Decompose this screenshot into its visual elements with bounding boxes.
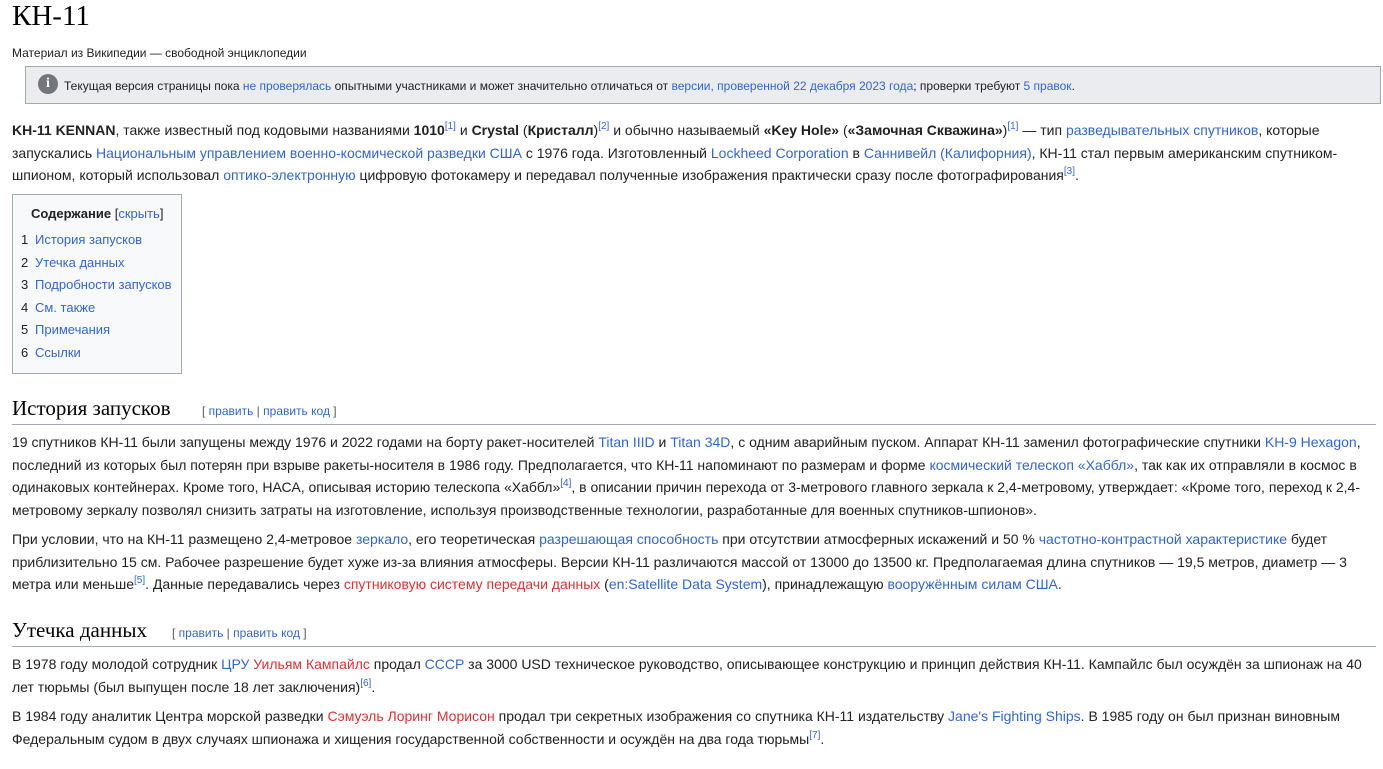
edit-source-link[interactable]: править код <box>233 626 300 640</box>
toc-toggle-link[interactable]: скрыть <box>118 206 160 221</box>
nro-link[interactable]: Национальным управлением военно-космичес… <box>96 145 522 161</box>
section-heading-leak: Утечка данных [ править | править код ] <box>12 616 1376 647</box>
info-icon: i <box>38 74 58 94</box>
table-of-contents: Содержание [скрыть] 1 История запусков 2У… <box>12 194 182 374</box>
edit-link[interactable]: править <box>209 404 254 418</box>
reference-6[interactable]: [6] <box>360 678 371 689</box>
mtf-link[interactable]: частотно-контрастной характеристике <box>1039 531 1287 547</box>
not-reviewed-link[interactable]: не проверялась <box>243 79 331 93</box>
janes-fighting-ships-link[interactable]: Jane's Fighting Ships <box>948 708 1081 724</box>
lockheed-link[interactable]: Lockheed Corporation <box>711 145 849 161</box>
ussr-link[interactable]: СССР <box>425 656 465 672</box>
edit-link[interactable]: править <box>179 626 224 640</box>
toc-item[interactable]: 4 См. также <box>21 297 172 320</box>
intro-paragraph: KH-11 KENNAN, также известный под кодовы… <box>12 121 1338 184</box>
toc-item[interactable]: 6 Ссылки <box>21 342 172 365</box>
page-title: КН-11 <box>12 0 90 32</box>
titan-iiid-link[interactable]: Titan IIID <box>598 434 654 450</box>
electro-optical-link[interactable]: оптико-электронную <box>223 167 355 183</box>
section-edit-links: [ править | править код ] <box>202 404 337 418</box>
toc-title: Содержание <box>31 206 112 221</box>
section-title: Утечка данных <box>12 618 147 642</box>
mirror-link[interactable]: зеркало <box>356 531 408 547</box>
reference-4[interactable]: [4] <box>560 478 571 489</box>
resolution-link[interactable]: разрешающая способность <box>539 531 718 547</box>
section-edit-links: [ править | править код ] <box>172 626 307 640</box>
cia-link[interactable]: ЦРУ <box>221 656 249 672</box>
reference-2[interactable]: [2] <box>598 121 609 132</box>
satellite-data-system-link[interactable]: en:Satellite Data System <box>609 576 762 592</box>
reviewed-version-link[interactable]: версии, проверенной 22 декабря 2023 года <box>671 79 913 93</box>
site-tagline: Материал из Википедии — свободной энцикл… <box>12 46 307 60</box>
pending-edits-link[interactable]: 5 правок <box>1024 79 1072 93</box>
morison-link[interactable]: Сэмуэль Лоринг Морисон <box>327 708 494 724</box>
reference-1[interactable]: [1] <box>445 121 456 132</box>
titan-34d-link[interactable]: Titan 34D <box>670 434 730 450</box>
section-heading-history: История запусков [ править | править код… <box>12 394 1376 425</box>
reference-5[interactable]: [5] <box>134 575 145 586</box>
section-title: История запусков <box>12 396 171 420</box>
toc-header: Содержание [скрыть] <box>31 206 164 221</box>
review-notice-text: Текущая версия страницы пока не проверял… <box>64 79 1075 93</box>
toc-list: 1 История запусков 2 Утечка данных 3 Подроб… <box>21 229 172 365</box>
kh9-hexagon-link[interactable]: KH-9 Hexagon <box>1265 434 1357 450</box>
us-armed-forces-link[interactable]: вооружённым силам США <box>887 576 1057 592</box>
reference-1[interactable]: [1] <box>1007 121 1018 132</box>
hubble-link[interactable]: космический телескоп «Хаббл» <box>929 457 1134 473</box>
history-paragraph-1: 19 спутников КН-11 были запущены между 1… <box>12 434 1361 518</box>
data-system-link[interactable]: спутниковую систему передачи данных <box>344 576 600 592</box>
edit-source-link[interactable]: править код <box>263 404 330 418</box>
history-paragraph-2: При условии, что на КН-11 размещено 2,4-… <box>12 531 1347 593</box>
kampiles-link[interactable]: Уильям Кампайлс <box>253 656 370 672</box>
toc-item[interactable]: 1 История запусков <box>21 229 172 252</box>
reference-3[interactable]: [3] <box>1064 166 1075 177</box>
leak-paragraph-1: В 1978 году молодой сотрудник ЦРУ Уильям… <box>12 656 1362 695</box>
toc-item[interactable]: 3 Подробности запусков <box>21 274 172 297</box>
reference-7[interactable]: [7] <box>809 730 820 741</box>
article-page: КН-11 Материал из Википедии — свободной … <box>0 0 1383 769</box>
review-notice: i Текущая версия страницы пока не провер… <box>25 66 1381 104</box>
recon-satellites-link[interactable]: разведывательных спутников <box>1066 122 1258 138</box>
toc-item[interactable]: 5 Примечания <box>21 319 172 342</box>
leak-paragraph-2: В 1984 году аналитик Центра морской разв… <box>12 708 1340 747</box>
sunnyvale-link[interactable]: Саннивейл (Калифорния) <box>864 145 1032 161</box>
toc-item[interactable]: 2 Утечка данных <box>21 252 172 275</box>
